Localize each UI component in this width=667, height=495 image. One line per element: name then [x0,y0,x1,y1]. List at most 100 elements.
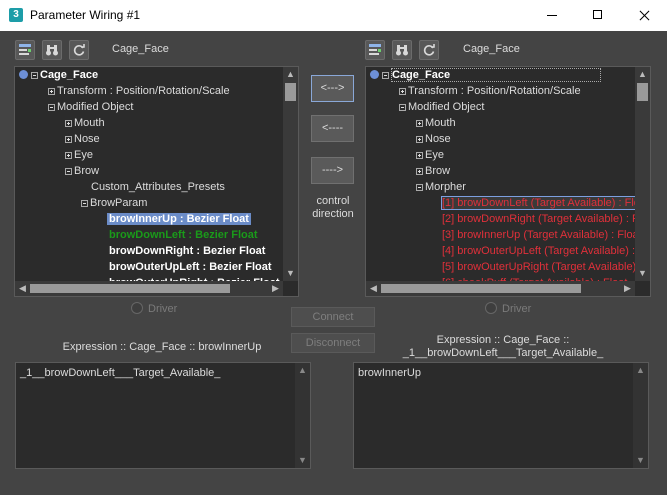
tree-item-eye[interactable]: Eye [65,147,93,163]
tree-item-browinnerup[interactable]: browInnerUp : Bezier Float [107,211,251,227]
scroll-thumb[interactable] [637,83,648,101]
track-list-icon [19,44,31,55]
left-expression-text: _1__browDownLeft___Target_Available_ [20,367,221,379]
vertical-scrollbar[interactable]: ▲ ▼ [283,67,298,281]
collapse-icon[interactable] [48,104,55,111]
show-all-tracks-button[interactable] [15,40,35,60]
tree-item-morph-3[interactable]: [3] browInnerUp (Target Available) : Flo… [442,227,642,243]
left-direction-button[interactable]: <---- [311,115,354,142]
refresh-button[interactable] [69,40,89,60]
scroll-right-arrow-icon[interactable]: ▶ [268,282,283,294]
tree-item-transform[interactable]: Transform : Position/Rotation/Scale [399,83,581,99]
vertical-scrollbar[interactable]: ▲ ▼ [295,363,310,468]
scroll-up-arrow-icon[interactable]: ▲ [283,68,298,80]
tree-item-modified-object[interactable]: Modified Object [48,99,133,115]
horizontal-scrollbar[interactable]: ◀ ▶ [15,281,283,296]
right-direction-button[interactable]: ----> [311,157,354,184]
horizontal-scrollbar[interactable]: ◀ ▶ [366,281,635,296]
left-track-tree[interactable]: Cage_Face Transform : Position/Rotation/… [14,66,299,297]
scroll-up-arrow-icon[interactable]: ▲ [633,364,648,376]
scroll-left-arrow-icon[interactable]: ◀ [366,282,381,294]
tree-item-modified-object[interactable]: Modified Object [399,99,484,115]
tree-item-morph-4[interactable]: [4] browOuterUpLeft (Target Available) :… [442,243,650,259]
tree-item-custom-attributes[interactable]: Custom_Attributes_Presets [91,179,225,195]
expand-icon[interactable] [416,136,423,143]
tree-item-nose[interactable]: Nose [416,131,451,147]
collapse-icon[interactable] [31,72,38,79]
tree-item-transform[interactable]: Transform : Position/Rotation/Scale [48,83,230,99]
left-driver-radio[interactable]: Driver [131,302,177,315]
tree-item-mouth[interactable]: Mouth [416,115,456,131]
refresh-icon [423,44,435,56]
control-direction-label: control direction [312,195,354,220]
radio-icon[interactable] [131,302,143,314]
expand-icon[interactable] [65,152,72,159]
tree-item-browouterupleft[interactable]: browOuterUpLeft : Bezier Float [109,259,272,275]
title-bar: 3 Parameter Wiring #1 [0,0,667,31]
expand-icon[interactable] [416,168,423,175]
scroll-down-arrow-icon[interactable]: ▼ [295,454,310,466]
tree-item-morph-2[interactable]: [2] browDownRight (Target Available) : F… [442,211,650,227]
tree-item-morph-5[interactable]: [5] browOuterUpRight (Target Available) … [442,259,650,275]
connect-button[interactable]: Connect [291,307,375,327]
vertical-scrollbar[interactable]: ▲ ▼ [635,67,650,281]
tree-item-nose[interactable]: Nose [65,131,100,147]
scroll-left-arrow-icon[interactable]: ◀ [15,282,30,294]
right-expression-text: browInnerUp [358,367,421,379]
right-object-name: Cage_Face [463,43,520,55]
collapse-icon[interactable] [65,168,72,175]
object-icon [370,70,379,79]
scroll-thumb[interactable] [285,83,296,101]
maximize-button[interactable] [575,0,621,31]
tree-item-brow[interactable]: Brow [65,163,99,179]
collapse-icon[interactable] [382,72,389,79]
scroll-down-arrow-icon[interactable]: ▼ [283,267,298,279]
right-find-object-button[interactable] [392,40,412,60]
object-icon [19,70,28,79]
right-show-all-tracks-button[interactable] [365,40,385,60]
tree-item-browparam[interactable]: BrowParam [81,195,147,211]
expand-icon[interactable] [416,120,423,127]
tree-item-eye[interactable]: Eye [416,147,444,163]
expand-icon[interactable] [48,88,55,95]
expand-icon[interactable] [399,88,406,95]
right-refresh-button[interactable] [419,40,439,60]
track-list-icon [369,44,381,55]
expand-icon[interactable] [65,136,72,143]
tree-item-brow[interactable]: Brow [416,163,450,179]
scroll-down-arrow-icon[interactable]: ▼ [635,267,650,279]
left-expression-textarea[interactable]: _1__browDownLeft___Target_Available_ ▲ ▼ [15,362,311,469]
right-expression-textarea[interactable]: browInnerUp ▲ ▼ [353,362,649,469]
scroll-up-arrow-icon[interactable]: ▲ [295,364,310,376]
tree-item-morph-1[interactable]: [1] browDownLeft (Target Available) : Fl… [441,195,650,211]
right-expression-label: Expression :: Cage_Face :: _1__browDownL… [402,334,604,359]
tree-item-browdownleft[interactable]: browDownLeft : Bezier Float [109,227,258,243]
find-object-button[interactable] [42,40,62,60]
radio-icon[interactable] [485,302,497,314]
bidirectional-button[interactable]: <---> [311,75,354,102]
vertical-scrollbar[interactable]: ▲ ▼ [633,363,648,468]
collapse-icon[interactable] [399,104,406,111]
tree-root[interactable]: Cage_Face [370,67,602,83]
tree-item-morpher[interactable]: Morpher [416,179,466,195]
left-object-name: Cage_Face [112,43,169,55]
right-driver-radio[interactable]: Driver [485,302,531,315]
right-track-tree[interactable]: Cage_Face Transform : Position/Rotation/… [365,66,651,297]
window-title: Parameter Wiring #1 [30,8,141,22]
binoculars-icon [396,45,408,56]
scroll-right-arrow-icon[interactable]: ▶ [620,282,635,294]
scroll-down-arrow-icon[interactable]: ▼ [633,454,648,466]
refresh-icon [73,44,85,56]
scroll-thumb[interactable] [30,284,230,293]
expand-icon[interactable] [416,152,423,159]
tree-item-mouth[interactable]: Mouth [65,115,105,131]
tree-root[interactable]: Cage_Face [19,67,98,83]
minimize-button[interactable] [529,0,575,31]
tree-item-browdownright[interactable]: browDownRight : Bezier Float [109,243,265,259]
close-button[interactable] [621,0,667,31]
scroll-thumb[interactable] [381,284,581,293]
collapse-icon[interactable] [81,200,88,207]
expand-icon[interactable] [65,120,72,127]
scroll-up-arrow-icon[interactable]: ▲ [635,68,650,80]
collapse-icon[interactable] [416,184,423,191]
